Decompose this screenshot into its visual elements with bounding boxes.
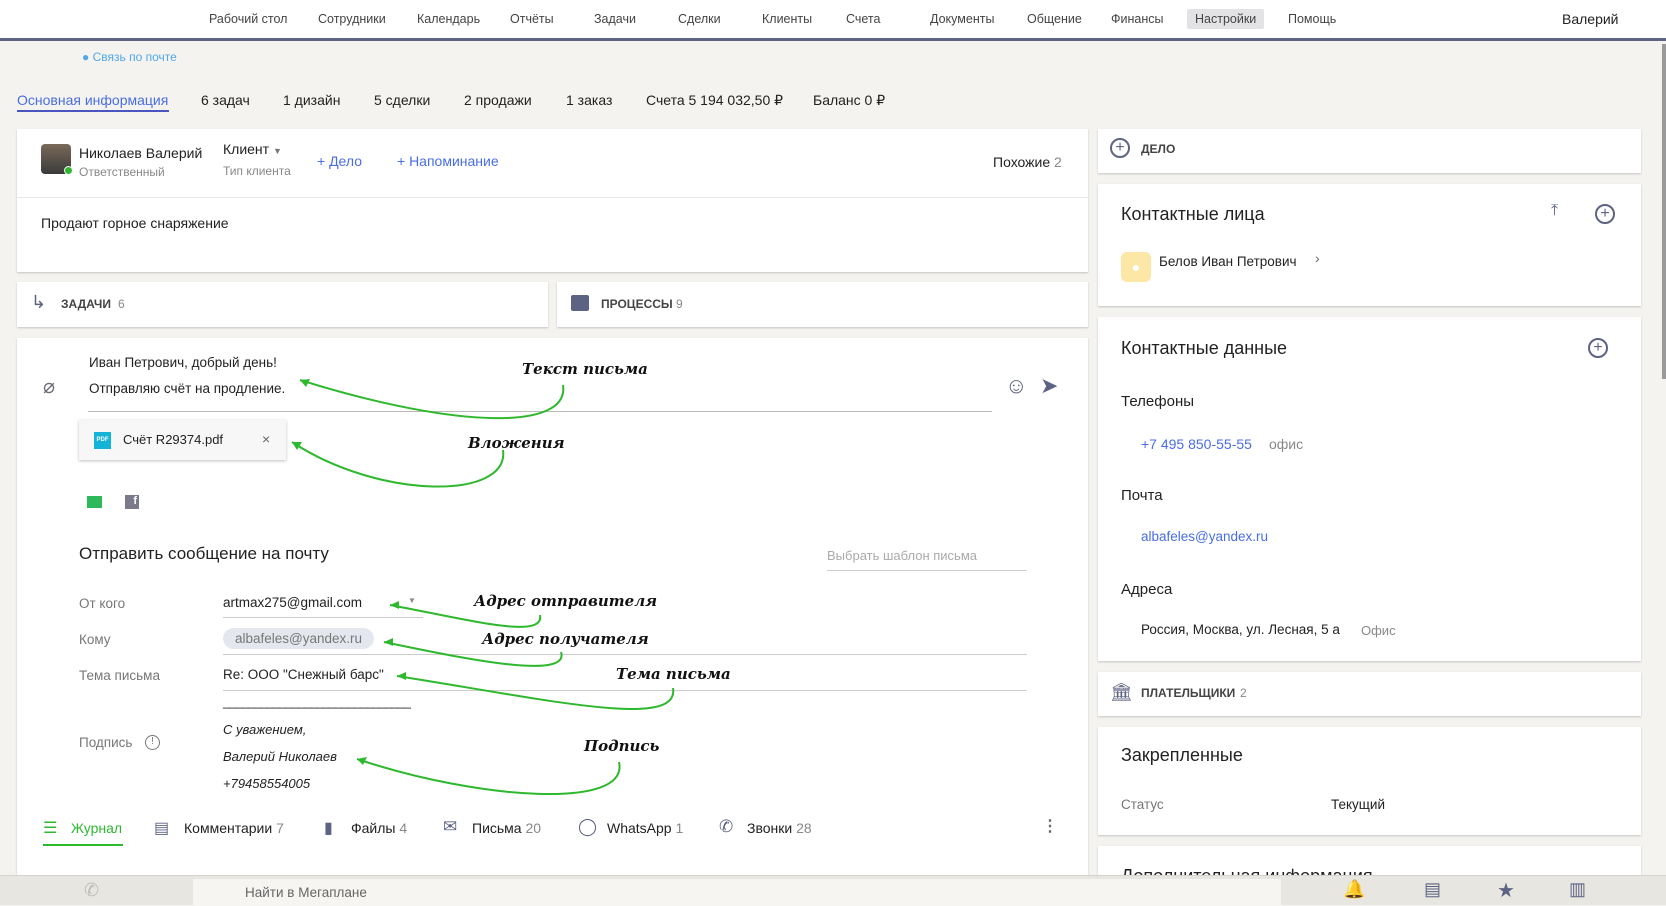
chevron-right-icon[interactable]: › xyxy=(1315,250,1320,266)
plus-circle-icon: + xyxy=(1110,138,1130,158)
mail-label: Почта xyxy=(1121,487,1163,504)
phones-label: Телефоны xyxy=(1121,393,1195,410)
address-label: Адреса xyxy=(1121,581,1173,598)
global-search-input[interactable]: Найти в Мегаплане xyxy=(193,879,1281,906)
chat-icon[interactable]: ▤ xyxy=(1424,879,1441,900)
annotation-body: Текст письма xyxy=(522,360,648,378)
add-deal-panel[interactable]: + ДЕЛО xyxy=(1098,129,1641,173)
arrowhead xyxy=(292,442,302,450)
contact-avatar-icon: ● xyxy=(1121,252,1151,282)
add-data-icon[interactable]: + xyxy=(1588,338,1608,358)
star-icon[interactable]: ★ xyxy=(1497,878,1515,903)
payers-panel[interactable]: 🏛 ПЛАТЕЛЬЩИКИ 2 xyxy=(1098,672,1641,716)
arrowhead xyxy=(397,672,406,680)
phone-icon[interactable]: ✆ xyxy=(84,880,99,901)
annotation-arrow xyxy=(356,758,621,796)
arrowhead xyxy=(390,601,399,609)
mail-link[interactable]: albafeles@yandex.ru xyxy=(1141,529,1268,544)
annotation-arrow xyxy=(299,379,565,420)
collapse-icon[interactable]: ⤒ xyxy=(1551,202,1558,220)
pinned-card: Закрепленные Статус Текущий xyxy=(1098,727,1641,835)
contacts-title: Контактные лица xyxy=(1121,204,1265,224)
annotation-attachments: Вложения xyxy=(468,434,565,452)
annotation-from: Адрес отправителя xyxy=(474,592,658,610)
annotation-subject: Тема письма xyxy=(616,665,731,683)
search-placeholder: Найти в Мегаплане xyxy=(245,885,367,900)
phone-type: офис xyxy=(1269,436,1304,452)
contact-data-card: Контактные данные + Телефоны +7 495 850-… xyxy=(1098,317,1641,661)
payers-count: 2 xyxy=(1240,686,1247,700)
deal-label: ДЕЛО xyxy=(1141,142,1176,156)
address-type: Офис xyxy=(1361,623,1396,638)
status-value: Текущий xyxy=(1331,797,1385,812)
pinned-title: Закрепленные xyxy=(1121,745,1243,765)
bottom-bar: ✆ Найти в Мегаплане 🔔 ▤ ★ ▥ xyxy=(0,875,1666,906)
address-value[interactable]: Россия, Москва, ул. Лесная, 5 а xyxy=(1141,622,1340,637)
phone-link[interactable]: +7 495 850-55-55 xyxy=(1141,436,1252,452)
add-contact-icon[interactable]: + xyxy=(1595,204,1615,224)
contacts-card: Контактные лица ⤒ + ● Белов Иван Петрови… xyxy=(1098,184,1641,306)
bank-icon: 🏛 xyxy=(1110,682,1133,702)
contact-name[interactable]: Белов Иван Петрович xyxy=(1159,254,1297,269)
annotation-signature: Подпись xyxy=(584,737,660,755)
status-label: Статус xyxy=(1121,797,1164,812)
annotation-to: Адрес получателя xyxy=(482,630,649,648)
payers-label: ПЛАТЕЛЬЩИКИ xyxy=(1141,686,1236,700)
contact-data-title: Контактные данные xyxy=(1121,338,1288,358)
arrowhead xyxy=(384,638,393,646)
book-icon[interactable]: ▥ xyxy=(1569,879,1586,900)
bell-icon[interactable]: 🔔 xyxy=(1343,879,1365,900)
